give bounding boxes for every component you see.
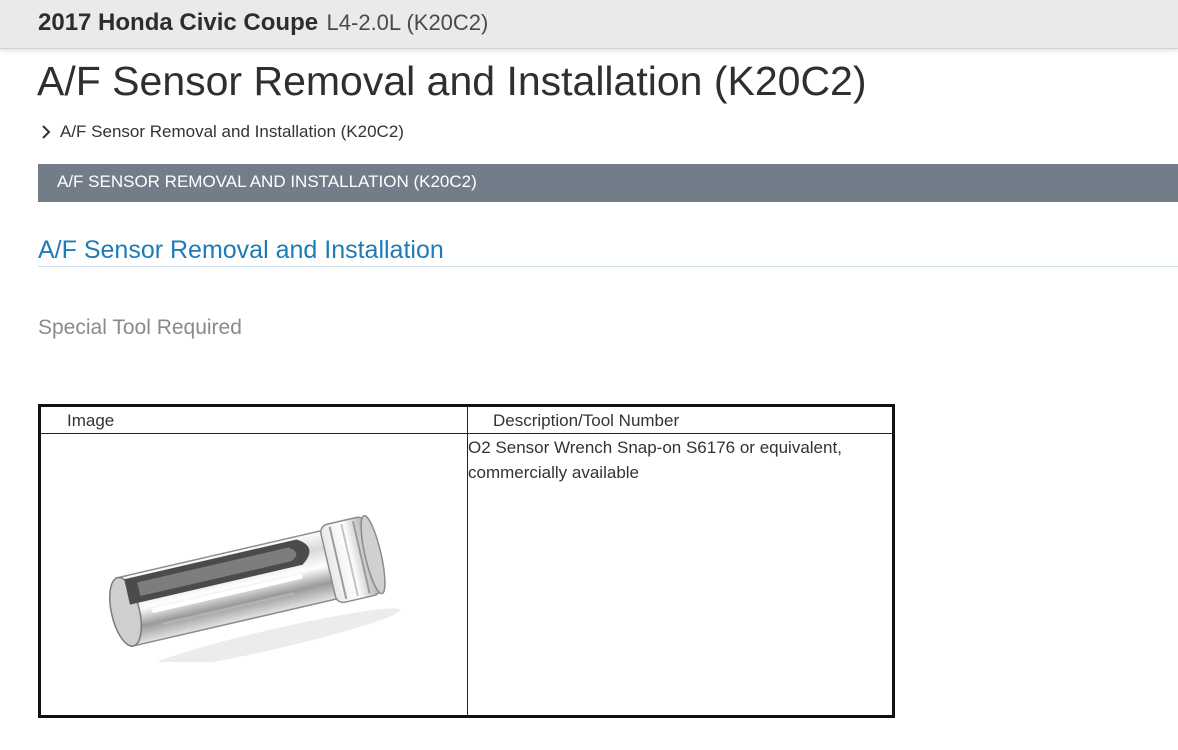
section-bar-label: A/F SENSOR REMOVAL AND INSTALLATION (K20… [57, 172, 477, 191]
page-title: A/F Sensor Removal and Installation (K20… [37, 58, 867, 104]
column-header-description: Description/Tool Number [493, 411, 680, 430]
vehicle-info: 2017 Honda Civic Coupe L4-2.0L (K20C2) [38, 9, 488, 37]
column-header-image: Image [67, 411, 115, 430]
section-bar: A/F SENSOR REMOVAL AND INSTALLATION (K20… [38, 164, 1178, 202]
subsection-header: A/F Sensor Removal and Installation [38, 236, 1178, 267]
tool-description: O2 Sensor Wrench Snap-on S6176 or equiva… [468, 438, 842, 482]
o2-sensor-wrench-socket-image [109, 514, 401, 662]
subsection-title: A/F Sensor Removal and Installation [38, 236, 444, 264]
chevron-right-icon [42, 125, 51, 139]
vehicle-engine: L4-2.0L (K20C2) [326, 10, 489, 35]
breadcrumb-link[interactable]: A/F Sensor Removal and Installation (K20… [60, 122, 404, 142]
special-tool-table: Image Description/Tool Number O2 Sensor … [38, 404, 895, 718]
vehicle-header-bar: 2017 Honda Civic Coupe L4-2.0L (K20C2) [0, 0, 1178, 49]
special-tool-heading: Special Tool Required [38, 316, 242, 339]
vehicle-name: 2017 Honda Civic Coupe [38, 9, 319, 36]
breadcrumb[interactable]: A/F Sensor Removal and Installation (K20… [40, 121, 404, 143]
